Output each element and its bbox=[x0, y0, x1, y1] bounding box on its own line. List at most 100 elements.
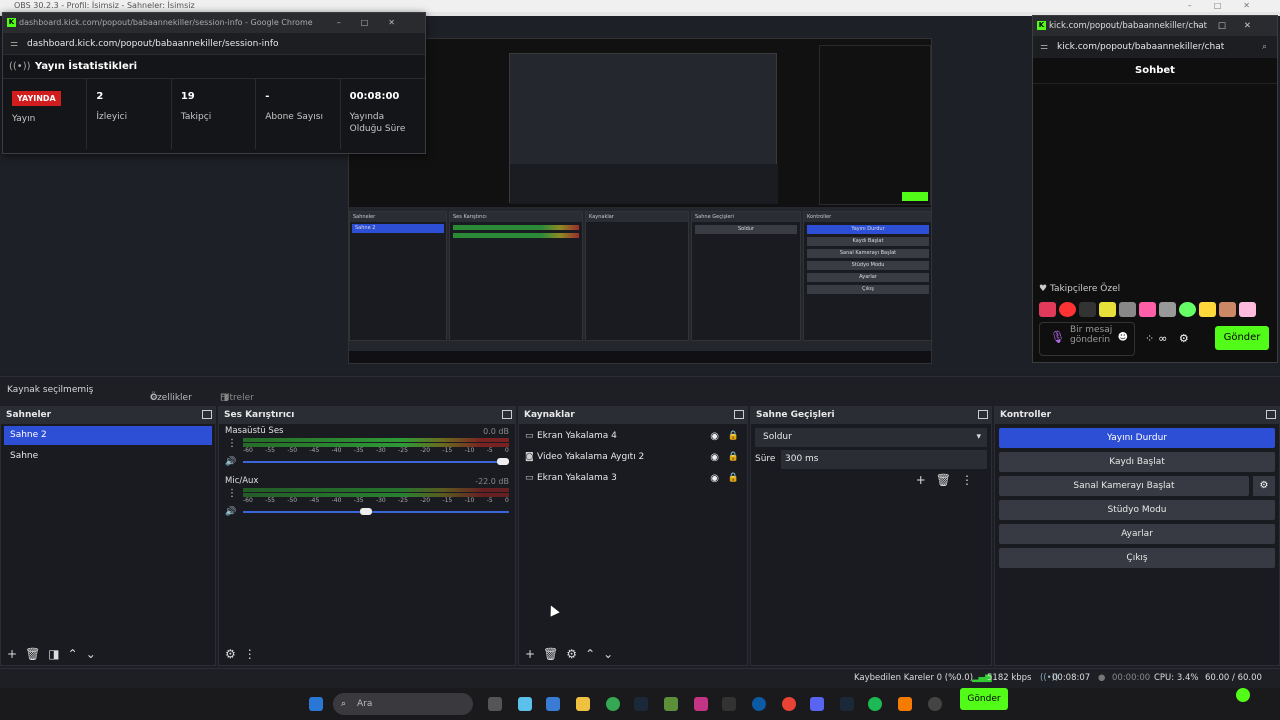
speaker-icon[interactable]: 🔊 bbox=[225, 507, 236, 517]
tick-label: -20 bbox=[420, 497, 431, 504]
filter-icon[interactable]: ◨ bbox=[48, 647, 67, 661]
send-button[interactable]: Gönder bbox=[960, 688, 1008, 710]
add-icon[interactable]: + bbox=[525, 647, 543, 661]
site-info-icon[interactable]: ⚌ bbox=[10, 33, 18, 55]
eye-icon[interactable]: ◉ bbox=[710, 447, 719, 468]
chrome-icon[interactable] bbox=[782, 697, 796, 711]
down-icon[interactable]: ⌄ bbox=[86, 647, 104, 661]
undock-icon[interactable] bbox=[978, 410, 988, 419]
undock-icon[interactable] bbox=[1266, 410, 1276, 419]
settings-button[interactable]: Ayarlar bbox=[999, 524, 1275, 544]
exit-button[interactable]: Çıkış bbox=[999, 548, 1275, 568]
start-icon[interactable] bbox=[309, 697, 323, 711]
chrome-icon[interactable] bbox=[606, 697, 620, 711]
virtual-camera-button[interactable]: Sanal Kamerayı Başlat bbox=[999, 476, 1249, 496]
chat-url-bar[interactable]: ⚌ kick.com/popout/babaannekiller/chat ⌕ bbox=[1033, 36, 1277, 58]
chat-message-input[interactable]: 🎙 Bir mesaj gönderin ☻ bbox=[1039, 322, 1135, 356]
stats-window-controls[interactable]: –□✕ bbox=[337, 13, 415, 33]
store-icon[interactable] bbox=[546, 697, 560, 711]
status-bar: Kaybedilen Kareler 0 (%0.0) ▂▄▆ 5182 kbp… bbox=[0, 668, 1280, 701]
stats-url-bar[interactable]: ⚌ dashboard.kick.com/popout/babaannekill… bbox=[3, 33, 425, 55]
source-item[interactable]: ◙ Video Yakalama Aygıtı 2 ◉ 🔒 bbox=[519, 447, 747, 468]
down-icon[interactable]: ⌄ bbox=[603, 647, 621, 661]
emote[interactable] bbox=[1139, 302, 1156, 317]
undock-icon[interactable] bbox=[502, 410, 512, 419]
more-icon[interactable]: ⋮ bbox=[227, 438, 237, 449]
advanced-audio-icon[interactable]: ⚙ bbox=[225, 647, 244, 661]
trash-icon[interactable]: 🗑 bbox=[543, 647, 566, 661]
taskbar-search[interactable]: ⌕ Ara bbox=[333, 693, 473, 715]
chat-settings-icon[interactable]: ⚙ bbox=[1179, 332, 1193, 345]
app-icon[interactable] bbox=[664, 697, 678, 711]
site-info-icon[interactable]: ⚌ bbox=[1040, 36, 1048, 58]
more-icon[interactable]: ⋮ bbox=[227, 488, 237, 499]
source-item[interactable]: ▭ Ekran Yakalama 3 ◉ 🔒 bbox=[519, 468, 747, 489]
gear-icon[interactable]: ⚙ bbox=[566, 647, 585, 661]
source-item[interactable]: ▭ Ekran Yakalama 4 ◉ 🔒 bbox=[519, 426, 747, 447]
app-icon[interactable] bbox=[898, 697, 912, 711]
volume-knob[interactable] bbox=[497, 458, 509, 465]
scene-item[interactable]: Sahne 2 bbox=[4, 426, 212, 445]
eye-icon[interactable]: ◉ bbox=[710, 468, 719, 489]
lock-icon[interactable]: 🔒 bbox=[728, 468, 739, 489]
spotify-icon[interactable] bbox=[868, 697, 882, 711]
gear-icon[interactable]: ⚙ bbox=[1253, 476, 1275, 496]
up-icon[interactable]: ⌃ bbox=[585, 647, 603, 661]
trash-icon[interactable]: 🗑 bbox=[25, 647, 48, 661]
emote-bar[interactable] bbox=[1033, 298, 1277, 321]
duration-spinbox[interactable]: 300 ms bbox=[781, 450, 987, 469]
send-button[interactable]: Gönder bbox=[1215, 326, 1269, 350]
task-view-icon[interactable] bbox=[488, 697, 502, 711]
kick-icon[interactable] bbox=[1236, 688, 1250, 702]
emote[interactable] bbox=[1119, 302, 1136, 317]
stop-stream-button[interactable]: Yayını Durdur bbox=[999, 428, 1275, 448]
emote[interactable] bbox=[1039, 302, 1056, 317]
volume-slider[interactable] bbox=[243, 458, 509, 465]
copilot-icon[interactable] bbox=[518, 697, 532, 711]
lock-icon[interactable]: 🔒 bbox=[728, 426, 739, 447]
steam-icon[interactable] bbox=[840, 697, 854, 711]
chat-window-controls[interactable]: –□✕ bbox=[1196, 16, 1269, 36]
live-badge: YAYINDA bbox=[12, 91, 61, 106]
channel-name: Mic/Aux bbox=[225, 476, 259, 486]
more-icon[interactable]: ⋮ bbox=[961, 473, 983, 487]
volume-knob[interactable] bbox=[359, 508, 372, 515]
obs-icon[interactable] bbox=[928, 697, 942, 711]
quick-emotes-icon[interactable]: ⁘∞ bbox=[1145, 332, 1171, 345]
emoji-icon[interactable]: ☻ bbox=[1118, 333, 1128, 343]
edge-icon[interactable] bbox=[752, 697, 766, 711]
undock-icon[interactable] bbox=[202, 410, 212, 419]
microphone-icon[interactable]: 🎙 bbox=[1050, 331, 1065, 343]
emote[interactable] bbox=[1059, 302, 1076, 317]
volume-slider[interactable] bbox=[243, 508, 509, 515]
add-icon[interactable]: + bbox=[916, 473, 936, 487]
emote[interactable] bbox=[1099, 302, 1116, 317]
window-controls[interactable]: –□✕ bbox=[1188, 0, 1272, 12]
transition-select[interactable]: Soldur ▾ bbox=[755, 428, 987, 447]
eye-icon[interactable]: ◉ bbox=[710, 426, 719, 447]
app-icon[interactable] bbox=[722, 697, 736, 711]
folder-icon[interactable] bbox=[576, 697, 590, 711]
up-icon[interactable]: ⌃ bbox=[68, 647, 86, 661]
more-icon[interactable]: ⋮ bbox=[244, 647, 264, 661]
studio-mode-button[interactable]: Stüdyo Modu bbox=[999, 500, 1275, 520]
channel-db: -22.0 dB bbox=[475, 477, 509, 486]
steam-icon[interactable] bbox=[634, 697, 648, 711]
speaker-icon[interactable]: 🔊 bbox=[225, 457, 236, 467]
chat-tools[interactable]: ⁘∞ ⚙ bbox=[1145, 332, 1193, 345]
scene-item[interactable]: Sahne bbox=[4, 447, 212, 466]
add-icon[interactable]: + bbox=[7, 647, 25, 661]
undock-icon[interactable] bbox=[734, 410, 744, 419]
zoom-icon[interactable]: ⌕ bbox=[1262, 36, 1267, 58]
emote[interactable] bbox=[1179, 302, 1196, 317]
emote[interactable] bbox=[1159, 302, 1176, 317]
trash-icon[interactable]: 🗑 bbox=[936, 473, 961, 487]
start-recording-button[interactable]: Kaydı Başlat bbox=[999, 452, 1275, 472]
emote[interactable] bbox=[1219, 302, 1236, 317]
lock-icon[interactable]: 🔒 bbox=[728, 447, 739, 468]
emote[interactable] bbox=[1199, 302, 1216, 317]
emote[interactable] bbox=[1239, 302, 1256, 317]
instagram-icon[interactable] bbox=[694, 697, 708, 711]
app-icon[interactable] bbox=[810, 697, 824, 711]
emote[interactable] bbox=[1079, 302, 1096, 317]
